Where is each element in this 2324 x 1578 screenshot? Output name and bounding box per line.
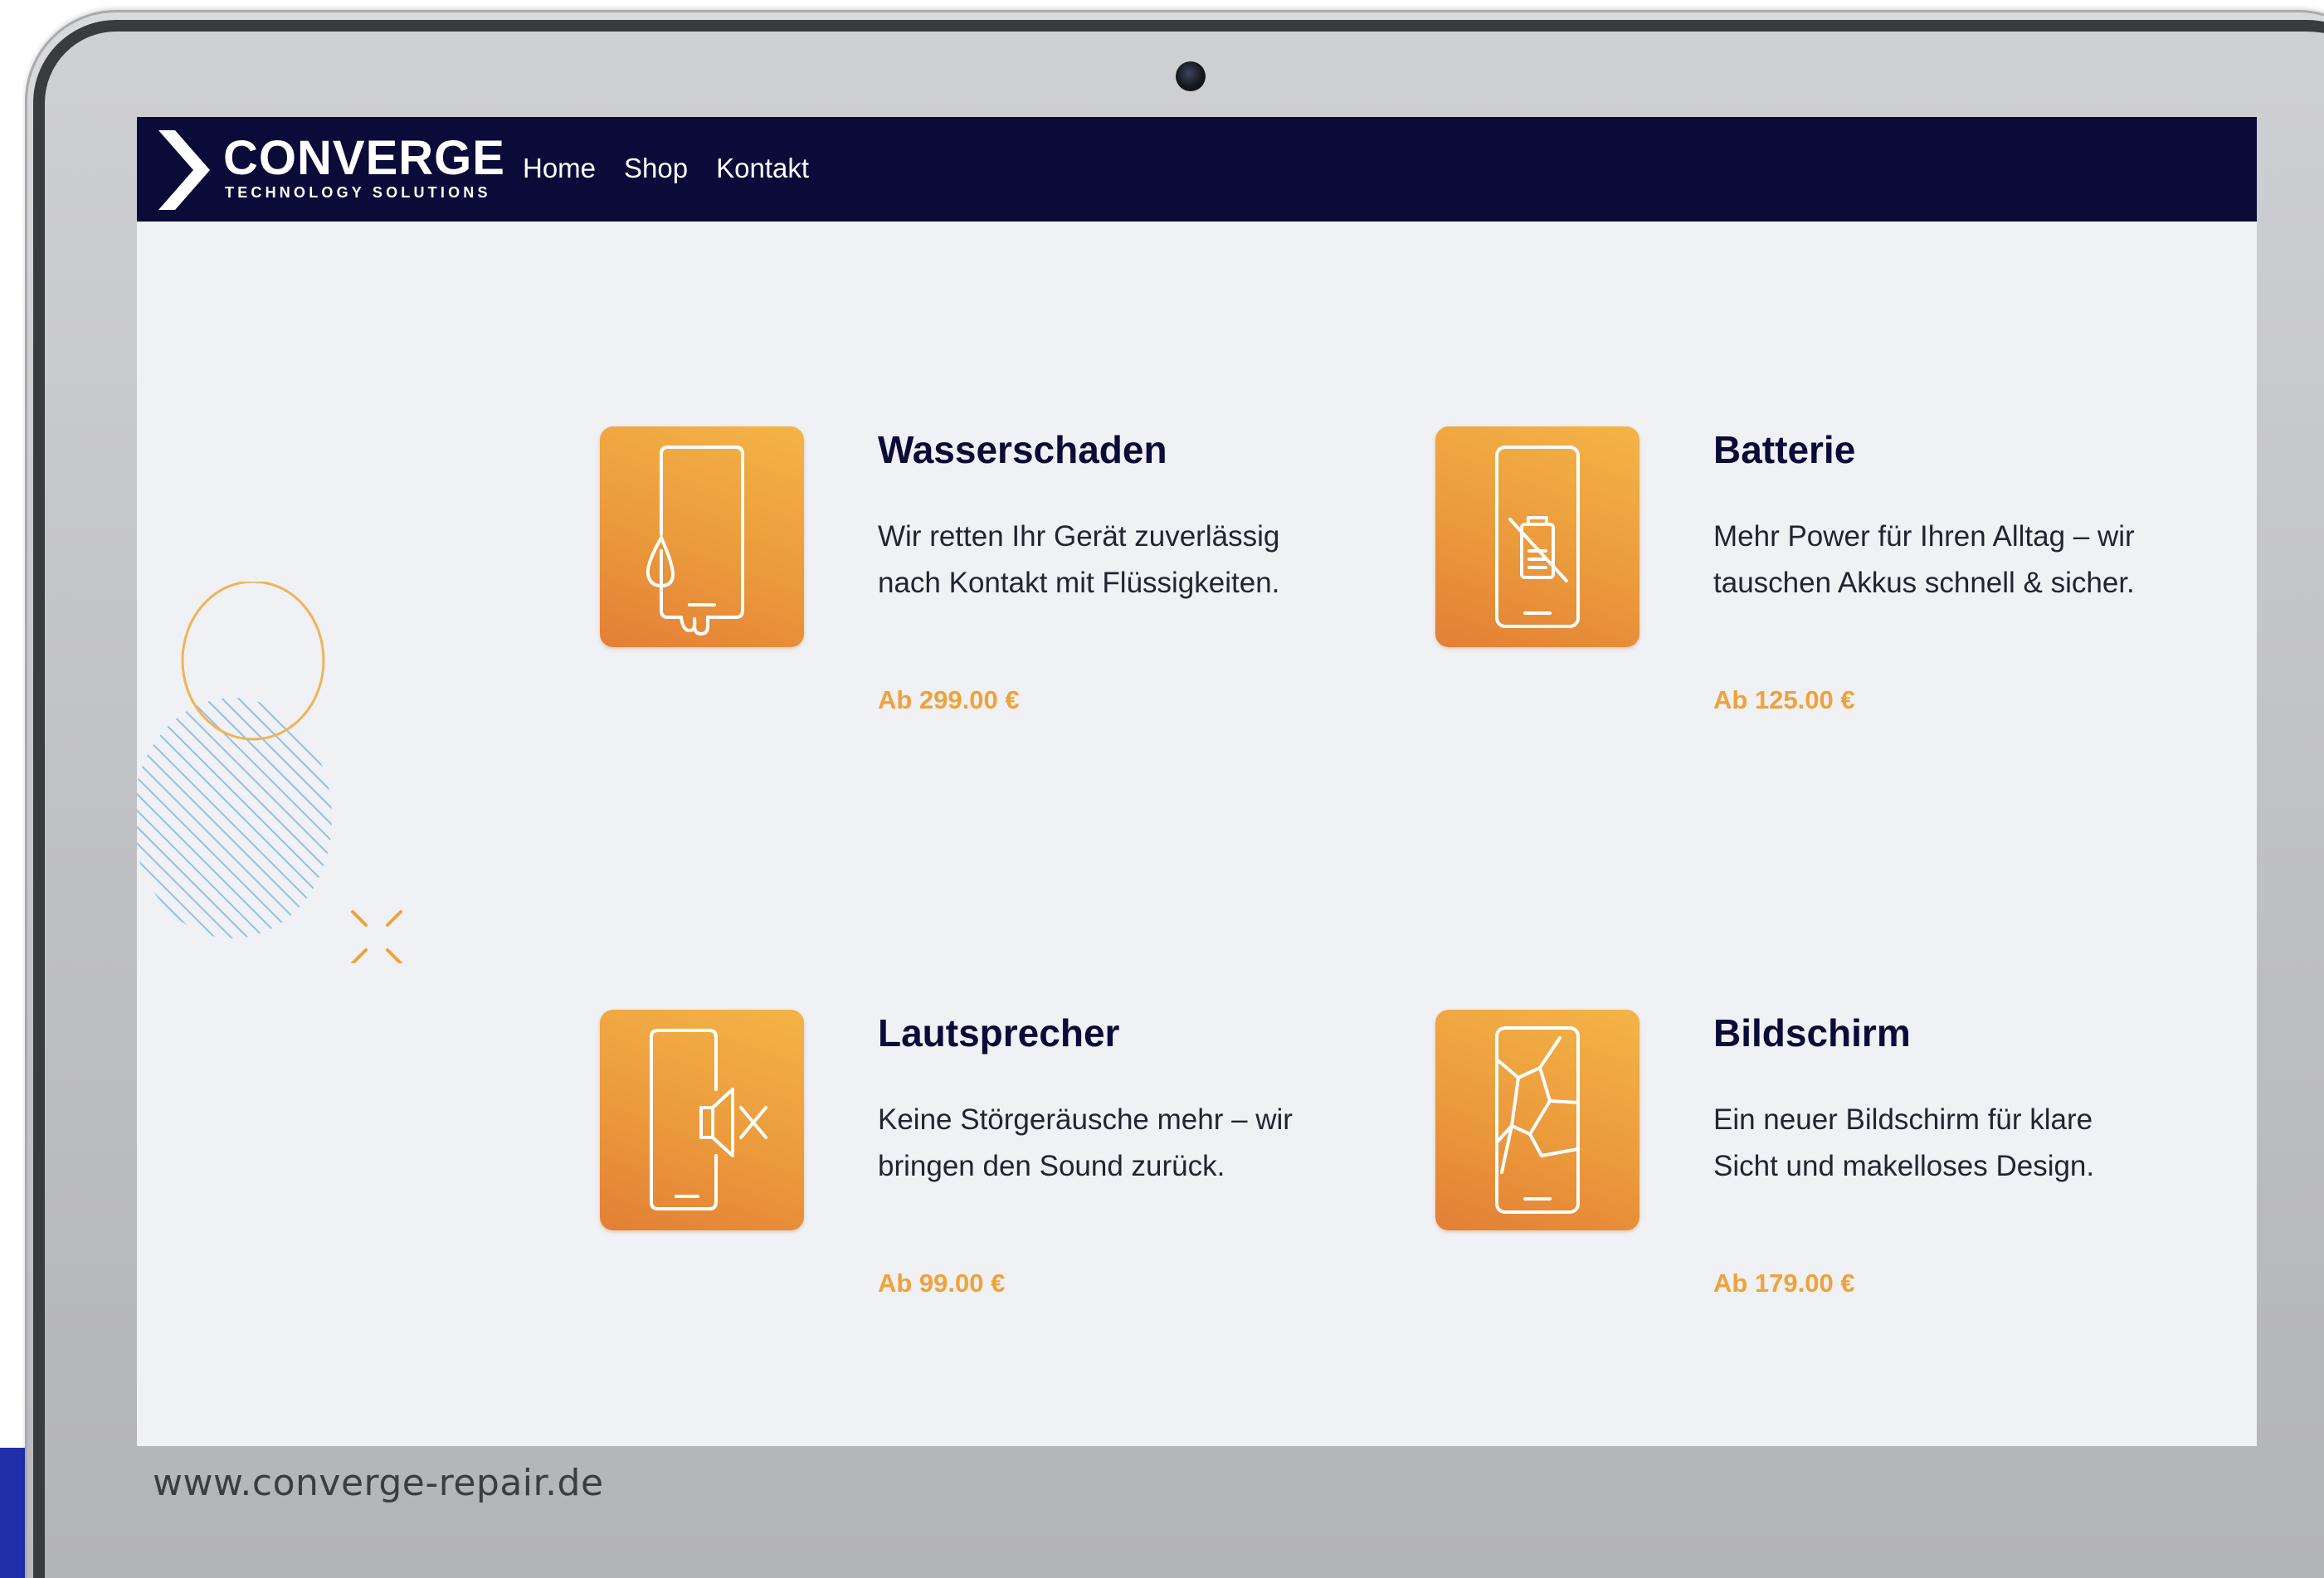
webcam-icon [1176, 61, 1206, 91]
service-description: Mehr Power für Ihren Alltag – wir tausch… [1713, 520, 2135, 599]
service-card-lautsprecher[interactable]: Lautsprecher Keine Störgeräusche mehr – … [600, 1010, 1347, 1391]
service-title: Bildschirm [1713, 1011, 1911, 1054]
service-card-bildschirm[interactable]: Bildschirm Ein neuer Bildschirm für klar… [1435, 1010, 2182, 1391]
phone-water-drop-icon [646, 446, 744, 636]
service-title: Lautsprecher [878, 1011, 1120, 1054]
service-icon-tile [600, 1010, 804, 1230]
nav-home-link[interactable]: Home [523, 149, 596, 188]
nav-shop-link[interactable]: Shop [624, 149, 688, 188]
navbar: CONVERGE TECHNOLOGY SOLUTIONS Home Shop … [137, 117, 2257, 222]
decorative-shapes [137, 582, 402, 963]
service-price: Ab 299.00 € [878, 685, 1020, 714]
service-icon-tile [600, 426, 804, 647]
service-icon-tile [1435, 1010, 1639, 1230]
brand-name: CONVERGE [223, 131, 505, 185]
phone-cracked-screen-icon [1495, 1026, 1580, 1214]
hatched-blob [137, 698, 332, 938]
service-price: Ab 179.00 € [1713, 1269, 1855, 1298]
service-card-batterie[interactable]: Batterie Mehr Power für Ihren Alltag – w… [1435, 426, 2182, 808]
brand-tagline: TECHNOLOGY SOLUTIONS [225, 184, 491, 201]
service-title: Wasserschaden [878, 428, 1167, 471]
nav-menu: Home Shop Kontakt [523, 149, 809, 188]
service-card-wasserschaden[interactable]: Wasserschaden Wir retten Ihr Gerät zuver… [600, 426, 1347, 808]
service-price: Ab 125.00 € [1713, 685, 1855, 714]
brand-logo[interactable]: CONVERGE TECHNOLOGY SOLUTIONS [155, 129, 504, 212]
service-description: Wir retten Ihr Gerät zuverlässig nach Ko… [878, 520, 1280, 599]
phone-battery-icon [1495, 446, 1580, 628]
corner-accent [0, 1448, 25, 1578]
service-title: Batterie [1713, 428, 1856, 471]
service-price: Ab 99.00 € [878, 1269, 1006, 1298]
nav-kontakt-link[interactable]: Kontakt [716, 149, 809, 188]
website-screen: CONVERGE TECHNOLOGY SOLUTIONS Home Shop … [137, 117, 2257, 1446]
stage: CONVERGE TECHNOLOGY SOLUTIONS Home Shop … [0, 0, 2324, 1578]
service-description: Keine Störgeräusche mehr – wir bringen d… [878, 1103, 1293, 1182]
sparkle-icon [351, 910, 402, 963]
service-icon-tile [1435, 426, 1639, 647]
website-url: www.converge-repair.de [153, 1462, 604, 1504]
phone-speaker-muted-icon [650, 1029, 767, 1210]
chevron-logo-icon [158, 130, 210, 210]
service-description: Ein neuer Bildschirm für klare Sicht und… [1713, 1103, 2095, 1182]
